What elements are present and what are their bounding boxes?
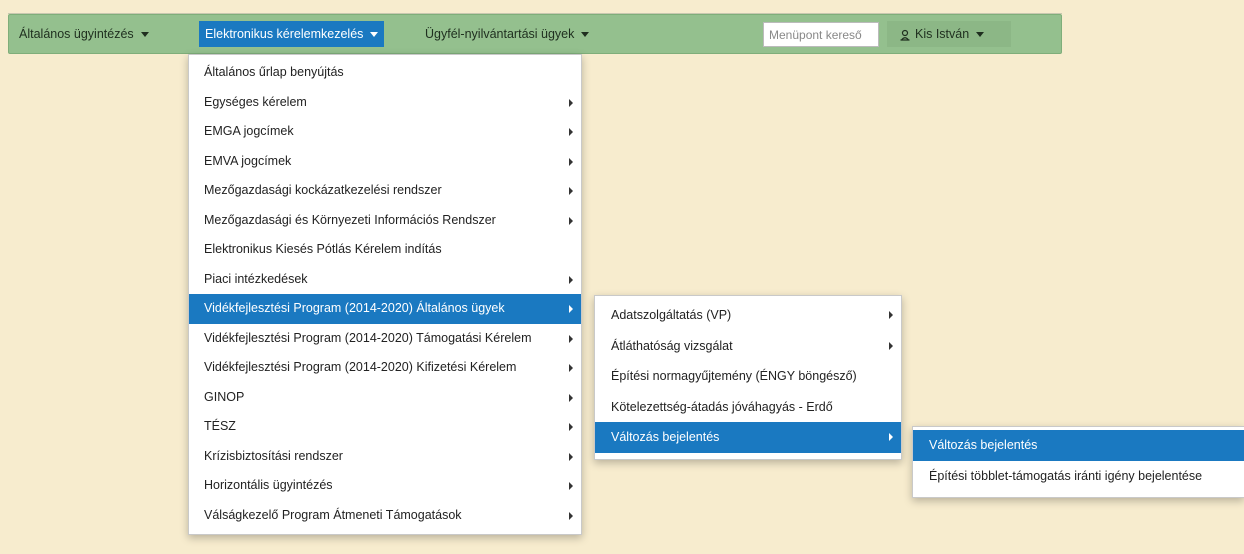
user-menu-button[interactable]: Kis István [887, 21, 1011, 47]
menu-item-label: Elektronikus Kiesés Pótlás Kérelem indít… [204, 242, 442, 256]
nav-item-altalanos-ugyintezes[interactable]: Általános ügyintézés [13, 21, 155, 47]
submenu-arrow-icon [569, 364, 573, 372]
menu-item-label: Krízisbiztosítási rendszer [204, 448, 343, 463]
menu-item-label: Vidékfejlesztési Program (2014-2020) Tám… [204, 330, 532, 345]
menu-item-horizontalis-ugyintezes[interactable]: Horizontális ügyintézés [189, 471, 581, 501]
nav-item-label: Ügyfél-nyilvántartási ügyek [425, 27, 575, 41]
top-divider [8, 0, 1062, 14]
menu-item-valtozas-bejelentes-leaf[interactable]: Változás bejelentés [913, 430, 1244, 461]
submenu-valtozas-bejelentes: Változás bejelentés Építési többlet-támo… [912, 426, 1244, 498]
submenu-arrow-icon [569, 393, 573, 402]
menu-item-label: Építési normagyűjtemény (ÉNGY böngésző) [611, 369, 857, 383]
menu-item-label: Változás bejelentés [611, 430, 720, 444]
nav-item-label: Elektronikus kérelemkezelés [205, 27, 364, 41]
submenu-vp-altalanos-ugyek: Adatszolgáltatás (VP) Átláthatóság vizsg… [594, 295, 902, 460]
menu-item-tesz[interactable]: TÉSZ [189, 412, 581, 442]
submenu-arrow-icon [569, 98, 573, 107]
menu-item-vp-kifizetesi-kerelem[interactable]: Vidékfejlesztési Program (2014-2020) Kif… [189, 353, 581, 383]
menu-item-atlathatosag-vizsgalat[interactable]: Átláthatóság vizsgálat [595, 331, 901, 362]
menu-item-label: Kötelezettség-átadás jóváhagyás - Erdő [611, 399, 833, 414]
menu-item-kieses-potlas[interactable]: Elektronikus Kiesés Pótlás Kérelem indít… [189, 235, 581, 265]
menu-item-epitesi-tobblet-tamogatas[interactable]: Építési többlet-támogatás iránti igény b… [913, 461, 1244, 492]
submenu-arrow-icon [889, 341, 893, 350]
submenu-arrow-icon [569, 128, 573, 136]
menu-item-label: Vidékfejlesztési Program (2014-2020) Ált… [204, 301, 505, 315]
menu-item-adatszolgaltatas-vp[interactable]: Adatszolgáltatás (VP) [595, 300, 901, 331]
menu-item-emga-jogcimek[interactable]: EMGA jogcímek [189, 117, 581, 147]
main-navbar: Általános ügyintézés Elektronikus kérele… [8, 14, 1062, 54]
menu-item-egyseges-kerelem[interactable]: Egységes kérelem [189, 88, 581, 118]
caret-down-icon [976, 32, 985, 38]
submenu-arrow-icon [569, 275, 573, 284]
menu-item-kockazatkezelesi-rendszer[interactable]: Mezőgazdasági kockázatkezelési rendszer [189, 176, 581, 206]
menu-item-kornyezeti-informacios-rendszer[interactable]: Mezőgazdasági és Környezeti Információs … [189, 206, 581, 236]
menu-item-valsagkezelo-program[interactable]: Válságkezelő Program Átmeneti Támogatáso… [189, 501, 581, 531]
menu-item-vp-tamogatasi-kerelem[interactable]: Vidékfejlesztési Program (2014-2020) Tám… [189, 324, 581, 354]
caret-down-icon [370, 32, 379, 38]
menu-item-kotelezettseg-atadas[interactable]: Kötelezettség-átadás jóváhagyás - Erdő [595, 392, 901, 423]
submenu-arrow-icon [569, 511, 573, 520]
menu-item-label: Adatszolgáltatás (VP) [611, 308, 732, 322]
menu-item-piaci-intezkedesek[interactable]: Piaci intézkedések [189, 265, 581, 295]
menu-item-emva-jogcimek[interactable]: EMVA jogcímek [189, 147, 581, 177]
menu-search-input[interactable] [763, 22, 879, 47]
submenu-arrow-icon [569, 334, 573, 343]
menu-item-label: TÉSZ [204, 419, 236, 433]
menu-item-label: Piaci intézkedések [204, 271, 308, 286]
menu-item-altalanos-urlap[interactable]: Általános űrlap benyújtás [189, 58, 581, 88]
menu-item-label: Horizontális ügyintézés [204, 478, 333, 492]
menu-item-label: Építési többlet-támogatás iránti igény b… [929, 469, 1203, 483]
user-name: Kis István [915, 27, 970, 41]
submenu-arrow-icon [569, 452, 573, 461]
caret-down-icon [140, 32, 149, 38]
menu-item-label: Általános űrlap benyújtás [204, 65, 344, 79]
menu-item-vp-altalanos-ugyek[interactable]: Vidékfejlesztési Program (2014-2020) Ált… [189, 294, 581, 324]
menu-item-label: Változás bejelentés [929, 438, 1038, 452]
submenu-arrow-icon [569, 157, 573, 166]
submenu-arrow-icon [569, 423, 573, 431]
menu-item-label: EMGA jogcímek [204, 124, 294, 138]
submenu-arrow-icon [889, 311, 893, 319]
caret-down-icon [581, 32, 590, 38]
menu-item-label: Mezőgazdasági kockázatkezelési rendszer [204, 183, 442, 197]
submenu-arrow-icon [889, 433, 893, 441]
menu-item-label: Átláthatóság vizsgálat [611, 338, 733, 353]
menu-item-label: EMVA jogcímek [204, 153, 292, 168]
menu-item-epitesi-normagyujtemeny[interactable]: Építési normagyűjtemény (ÉNGY böngésző) [595, 361, 901, 392]
nav-item-elektronikus-kerelemkezeles[interactable]: Elektronikus kérelemkezelés [199, 21, 385, 47]
submenu-arrow-icon [569, 305, 573, 313]
user-icon [900, 29, 910, 41]
menu-item-label: Vidékfejlesztési Program (2014-2020) Kif… [204, 360, 517, 374]
dropdown-elektronikus-kerelemkezeles: Általános űrlap benyújtás Egységes kérel… [188, 54, 582, 535]
menu-item-ginop[interactable]: GINOP [189, 383, 581, 413]
menu-item-label: Mezőgazdasági és Környezeti Információs … [204, 212, 496, 227]
menu-item-label: GINOP [204, 389, 245, 404]
menu-item-label: Egységes kérelem [204, 94, 307, 109]
submenu-arrow-icon [569, 187, 573, 195]
submenu-arrow-icon [569, 482, 573, 490]
menu-item-valtozas-bejelentes[interactable]: Változás bejelentés [595, 422, 901, 453]
menu-item-label: Válságkezelő Program Átmeneti Támogatáso… [204, 507, 462, 522]
submenu-arrow-icon [569, 216, 573, 225]
nav-item-ugyfel-nyilvantartasi-ugyek[interactable]: Ügyfél-nyilvántartási ügyek [419, 21, 595, 47]
menu-item-krizisbiztositasi-rendszer[interactable]: Krízisbiztosítási rendszer [189, 442, 581, 472]
nav-item-label: Általános ügyintézés [19, 27, 134, 41]
